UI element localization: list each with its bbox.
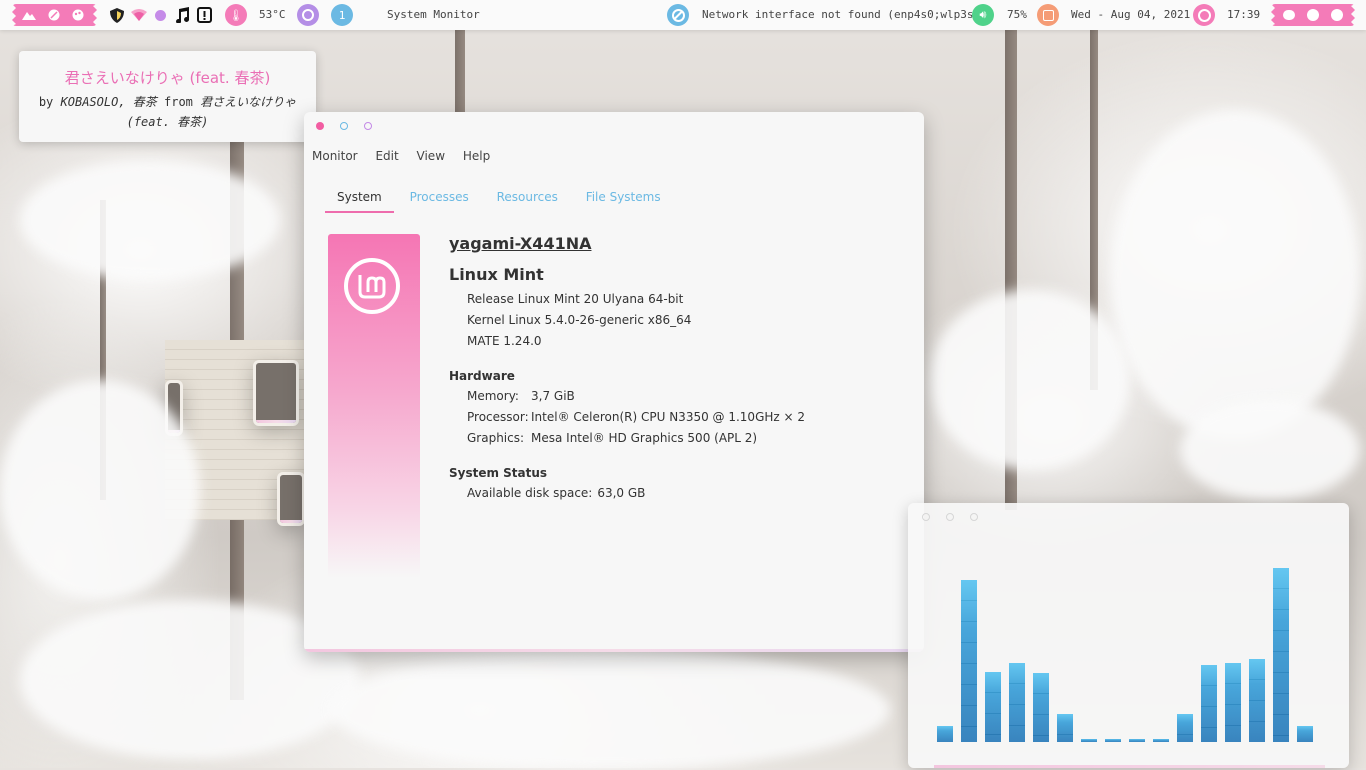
audio-visualizer-window: [908, 503, 1349, 768]
track-artist: KOBASOLO, 春茶: [60, 95, 157, 109]
memory-value: 3,7 GiB: [531, 389, 575, 403]
close-button[interactable]: [922, 513, 930, 521]
network-status[interactable]: Network interface not found (enp4s0;wlp3…: [702, 8, 987, 21]
power-icon[interactable]: [1331, 9, 1343, 21]
spectrum-bar: [1225, 663, 1241, 742]
system-status-heading: System Status: [449, 466, 548, 480]
top-panel: 🌡 53°C 1 System Monitor Network interfac…: [0, 0, 1366, 30]
tab-file-systems[interactable]: File Systems: [574, 190, 673, 211]
hostname: yagami-X441NA: [449, 234, 592, 253]
spectrum-bar: [1153, 739, 1169, 742]
no-network-icon: [667, 4, 689, 26]
from-label: from: [164, 95, 193, 109]
speaker-icon[interactable]: 🔊︎: [972, 4, 994, 26]
mountain-icon[interactable]: [22, 9, 36, 21]
minimize-button[interactable]: [946, 513, 954, 521]
graphics-value: Mesa Intel® HD Graphics 500 (APL 2): [531, 431, 758, 445]
spectrum-bar: [985, 672, 1001, 742]
maximize-button[interactable]: [364, 122, 372, 130]
temperature-readout: 53°C: [259, 8, 286, 21]
distro-name: Linux Mint: [449, 265, 544, 284]
disk-space-label: Available disk space:: [467, 486, 593, 500]
linux-mint-logo: [344, 258, 400, 314]
distro-logo-banner: [328, 234, 420, 578]
dot-icon: [155, 10, 166, 21]
time-readout[interactable]: 17:39: [1227, 8, 1260, 21]
calendar-icon: [1037, 4, 1059, 26]
graphics-row: Graphics: Mesa Intel® HD Graphics 500 (AP…: [467, 428, 805, 449]
tab-resources[interactable]: Resources: [485, 190, 570, 211]
spectrum-bar: [1201, 665, 1217, 742]
spectrum-bar: [961, 580, 977, 742]
processor-value: Intel® Celeron(R) CPU N3350 @ 1.10GHz × …: [531, 410, 806, 424]
spectrum-bar: [1177, 714, 1193, 742]
volume-level[interactable]: 75%: [1007, 8, 1027, 21]
disk-space-row: Available disk space: 63,0 GB: [467, 483, 805, 504]
processor-label: Processor:: [467, 410, 529, 424]
now-playing-widget: 君さえいなけりゃ (feat. 春茶) by KOBASOLO, 春茶 from…: [19, 51, 316, 142]
maximize-button[interactable]: [970, 513, 978, 521]
wifi-icon[interactable]: [131, 9, 147, 21]
alert-icon[interactable]: [197, 7, 212, 23]
spectrum-bar: [1297, 726, 1313, 742]
memory-row: Memory: 3,7 GiB: [467, 386, 805, 407]
tab-system[interactable]: System: [325, 190, 394, 213]
spectrum-bar: [1249, 659, 1265, 742]
menu-help[interactable]: Help: [463, 149, 490, 163]
menu-monitor[interactable]: Monitor: [312, 149, 358, 163]
disk-space-value: 63,0 GB: [597, 486, 646, 500]
toggle-icon[interactable]: [1283, 10, 1295, 20]
shield-icon[interactable]: [109, 7, 125, 24]
processor-row: Processor: Intel® Celeron(R) CPU N3350 @ …: [467, 407, 805, 428]
spectrum-bar: [1129, 739, 1145, 742]
clock-icon: [1193, 4, 1215, 26]
workspace-number[interactable]: 1: [331, 4, 353, 26]
thermometer-icon: 🌡: [225, 4, 247, 26]
menu-edit[interactable]: Edit: [375, 149, 398, 163]
tab-processes[interactable]: Processes: [398, 190, 481, 211]
system-info: yagami-X441NA Linux Mint Release Linux M…: [449, 234, 805, 504]
menu-view[interactable]: View: [417, 149, 445, 163]
workspace-switcher[interactable]: [12, 4, 97, 26]
workspace-number-label: 1: [338, 8, 346, 22]
spectrum-bar: [1105, 739, 1121, 742]
track-details: by KOBASOLO, 春茶 from 君さえいなけりゃ (feat. 春茶): [19, 92, 316, 132]
system-monitor-window: Monitor Edit View Help System Processes …: [304, 112, 924, 652]
desktop-info: MATE 1.24.0: [467, 334, 542, 348]
session-controls: [1271, 4, 1355, 26]
spectrum-bar: [1273, 568, 1289, 742]
clock-icon: [297, 4, 319, 26]
release-info: Release Linux Mint 20 Ulyana 64-bit: [467, 292, 684, 306]
smiley-icon[interactable]: [1307, 9, 1319, 21]
music-note-icon[interactable]: [175, 7, 190, 23]
track-title: 君さえいなけりゃ (feat. 春茶): [64, 69, 271, 87]
by-label: by: [38, 95, 54, 109]
kernel-info: Kernel Linux 5.4.0-26-generic x86_64: [467, 313, 692, 327]
spectrum-bar: [1009, 663, 1025, 742]
palette-icon[interactable]: [72, 9, 84, 21]
close-button[interactable]: [316, 122, 324, 130]
hardware-heading: Hardware: [449, 369, 515, 383]
spectrum-bar: [1033, 673, 1049, 742]
spectrum-bar: [1081, 739, 1097, 742]
spectrum-bar: [937, 726, 953, 742]
memory-label: Memory:: [467, 389, 519, 403]
tab-bar: System Processes Resources File Systems: [325, 190, 673, 213]
leaf-icon[interactable]: [48, 9, 60, 21]
date-readout[interactable]: Wed - Aug 04, 2021: [1071, 8, 1190, 21]
spectrum-bar: [1057, 714, 1073, 742]
minimize-button[interactable]: [340, 122, 348, 130]
active-window-title[interactable]: System Monitor: [387, 8, 480, 21]
graphics-label: Graphics:: [467, 431, 525, 445]
menu-bar: Monitor Edit View Help: [304, 149, 496, 163]
